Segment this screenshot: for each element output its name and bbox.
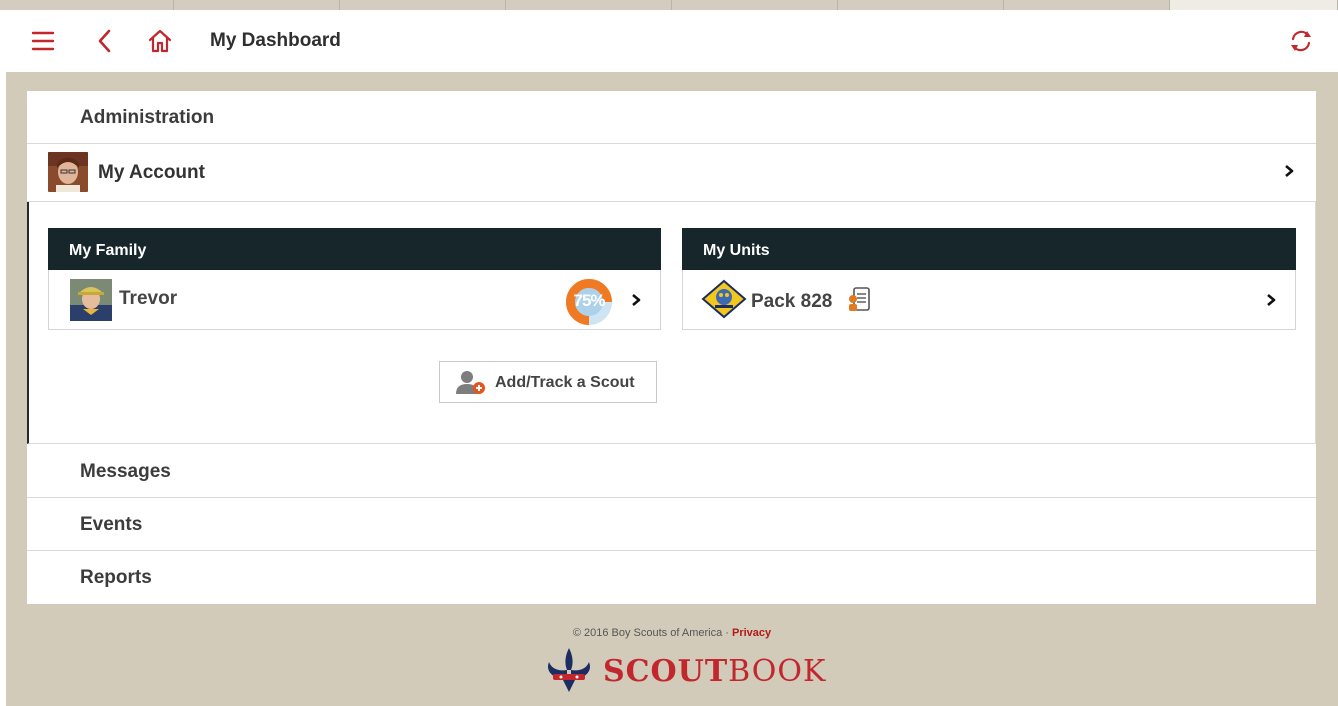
page-title: My Dashboard [210, 30, 341, 51]
brand-bold: SCOUT [603, 654, 729, 689]
my-units-heading: My Units [682, 228, 1296, 270]
my-account-row[interactable]: My Account [27, 145, 1316, 202]
home-icon[interactable] [145, 26, 175, 56]
privacy-link[interactable]: Privacy [732, 627, 771, 639]
hamburger-menu-icon[interactable] [28, 26, 58, 56]
unit-row-pack-828[interactable]: Pack 828 [682, 270, 1296, 330]
scout-avatar [70, 279, 112, 321]
tab[interactable] [1004, 0, 1170, 10]
my-units-panel: My Units Pack 828 [682, 228, 1296, 330]
my-account-label: My Account [98, 162, 205, 183]
section-events-label: Events [80, 514, 143, 535]
unit-name: Pack 828 [751, 291, 833, 312]
fleur-de-lis-logo [541, 646, 597, 696]
tab[interactable] [672, 0, 838, 10]
add-track-scout-button[interactable]: Add/Track a Scout [439, 361, 657, 403]
progress-label: 75% [573, 291, 605, 310]
tab-active[interactable] [1170, 0, 1338, 10]
footer-copyright: © 2016 Boy Scouts of America · Privacy [6, 627, 1338, 639]
tab[interactable] [174, 0, 340, 10]
brand-wordmark: SCOUTBOOK [603, 654, 826, 689]
cub-scout-emblem-icon [701, 279, 747, 319]
section-messages[interactable]: Messages [27, 445, 1316, 498]
dashboard-card: Administration My Account My Family Trev… [27, 91, 1316, 604]
browser-tab-strip [0, 0, 1338, 10]
app-header: My Dashboard [0, 10, 1338, 72]
scoutbook-logo: SCOUTBOOK [541, 646, 825, 696]
scout-name: Trevor [119, 288, 178, 309]
my-family-heading: My Family [48, 228, 661, 270]
tab[interactable] [838, 0, 1004, 10]
advancement-progress-ring[interactable]: 75% [563, 276, 615, 328]
sync-icon[interactable] [1286, 26, 1316, 56]
add-track-scout-label: Add/Track a Scout [495, 374, 635, 391]
chevron-right-icon [1265, 292, 1277, 313]
chevron-right-icon [1283, 163, 1295, 184]
account-avatar [48, 152, 88, 192]
add-scout-icon [455, 370, 487, 396]
section-administration[interactable]: Administration [27, 91, 1316, 144]
tab[interactable] [0, 0, 174, 10]
unit-roster-icon[interactable] [847, 286, 871, 314]
main-content: Administration My Account My Family Trev… [6, 72, 1338, 706]
copyright-text: © 2016 Boy Scouts of America · [572, 627, 732, 639]
section-reports-label: Reports [80, 567, 152, 588]
brand-light: BOOK [728, 654, 827, 689]
tab[interactable] [506, 0, 672, 10]
account-expanded-panel: My Family Trevor 75% My Units Pack 828 A… [27, 202, 1316, 444]
section-messages-label: Messages [80, 461, 171, 482]
section-reports[interactable]: Reports [27, 551, 1316, 604]
section-events[interactable]: Events [27, 498, 1316, 551]
back-chevron-icon[interactable] [90, 26, 120, 56]
tab[interactable] [340, 0, 506, 10]
chevron-right-icon [630, 292, 642, 313]
section-administration-label: Administration [80, 107, 215, 128]
my-family-panel: My Family Trevor 75% [48, 228, 661, 330]
scout-row-trevor[interactable]: Trevor 75% [48, 270, 661, 330]
